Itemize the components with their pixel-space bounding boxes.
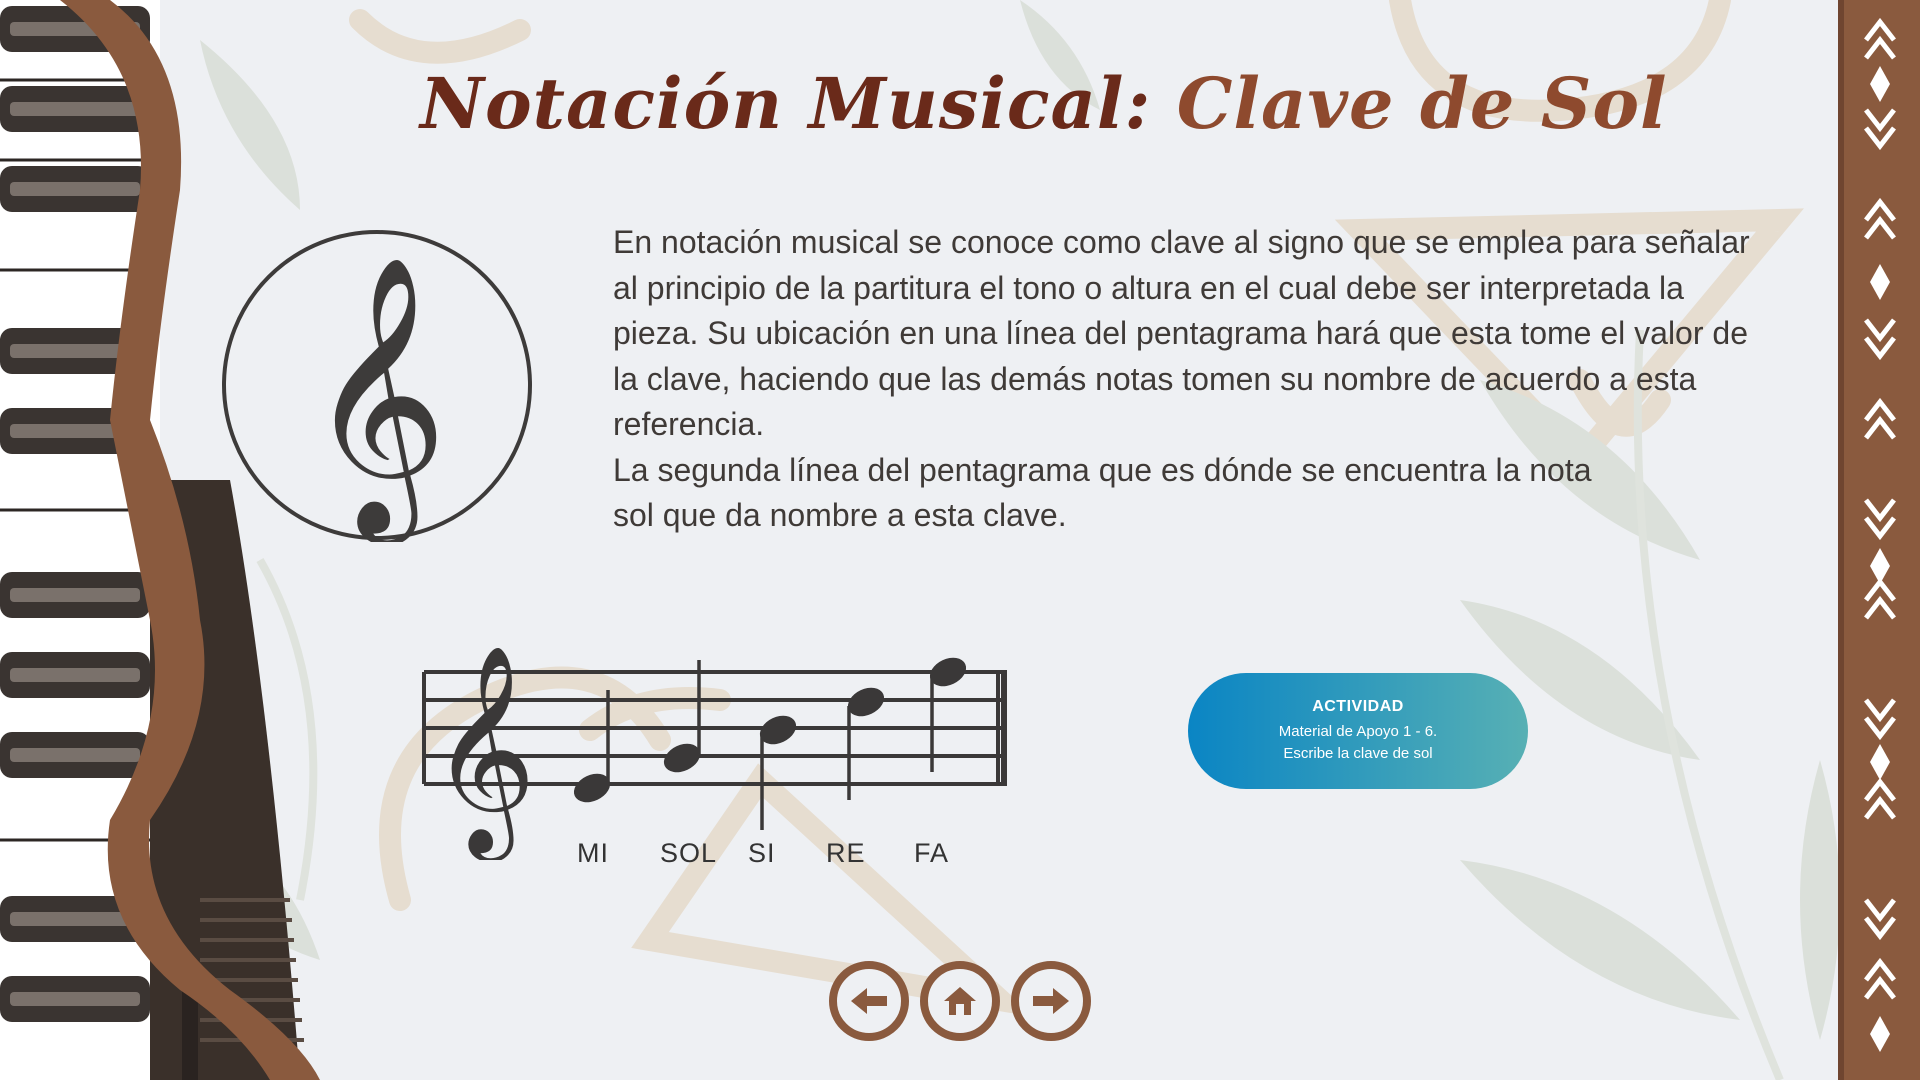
note-label-sol: SOL	[660, 838, 718, 868]
activity-material-text: Material de Apoyo 1 - 6.	[1278, 722, 1438, 740]
activity-title: ACTIVIDAD	[1312, 697, 1404, 715]
svg-text:𝄞: 𝄞	[306, 253, 448, 542]
note-si	[759, 715, 797, 830]
note-mi	[573, 690, 611, 803]
activity-instruction-text: Escribe la clave de sol	[1283, 744, 1433, 762]
note-sol	[663, 660, 701, 773]
description-text: En notación musical se conoce como clave…	[613, 220, 1773, 539]
patterned-border-decoration	[1838, 0, 1920, 1080]
title-part-1: Notación Musical:	[420, 62, 1152, 145]
staff-treble-clef-icon: 𝄞	[430, 644, 536, 860]
treble-clef-icon: 𝄞	[222, 230, 532, 542]
home-icon	[944, 987, 976, 1015]
previous-button[interactable]	[829, 961, 909, 1041]
description-paragraph-2-line-1: La segunda línea del pentagrama que es d…	[613, 451, 1592, 488]
next-button[interactable]	[1011, 961, 1091, 1041]
description-paragraph-2-line-2: sol que da nombre a esta clave.	[613, 497, 1067, 533]
musical-staff: 𝄞	[422, 644, 1007, 860]
note-label-mi: MI	[577, 838, 609, 868]
description-paragraph-1: En notación musical se conoce como clave…	[613, 224, 1750, 442]
title-part-2: Clave de Sol	[1176, 62, 1668, 145]
arrow-right-icon	[1033, 988, 1069, 1014]
note-label-re: RE	[826, 838, 866, 868]
note-label-fa: FA	[914, 838, 950, 868]
note-label-si: SI	[748, 838, 776, 868]
arrow-left-icon	[851, 988, 887, 1014]
home-button[interactable]	[920, 961, 1000, 1041]
page-title: Notación Musical: Clave de Sol	[420, 62, 1667, 145]
activity-button[interactable]: ACTIVIDAD Material de Apoyo 1 - 6. Escri…	[1188, 673, 1528, 789]
